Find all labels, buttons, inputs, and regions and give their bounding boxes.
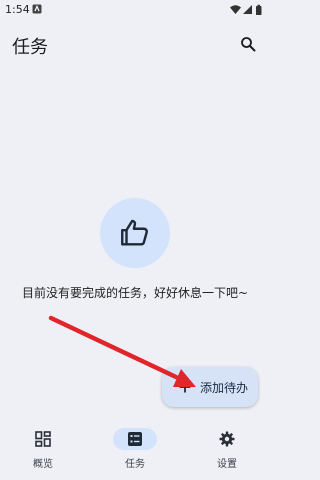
- status-icons: [230, 4, 262, 15]
- nav-icon-container: [21, 428, 65, 450]
- search-icon: [241, 37, 256, 52]
- task-list-icon: [128, 432, 142, 446]
- signal-icon: [243, 5, 252, 14]
- nav-label-overview: 概览: [33, 459, 53, 470]
- nav-item-overview[interactable]: 概览: [8, 426, 78, 476]
- gear-icon: [219, 431, 235, 447]
- wifi-icon: [230, 5, 241, 14]
- nav-label-tasks: 任务: [125, 459, 145, 470]
- search-button[interactable]: [236, 32, 260, 56]
- add-todo-button[interactable]: 添加待办: [162, 367, 258, 407]
- thumbs-up-icon: [121, 219, 148, 246]
- nav-item-settings[interactable]: 设置: [192, 426, 262, 476]
- plus-icon: [178, 380, 192, 394]
- nav-icon-container: [113, 428, 157, 450]
- nav-icon-container: [205, 428, 249, 450]
- page-title: 任务: [12, 37, 48, 58]
- battery-icon: [256, 4, 262, 15]
- empty-state-message: 目前没有要完成的任务，好好休息一下吧~: [21, 286, 249, 300]
- overview-grid-icon: [35, 431, 51, 447]
- add-todo-label: 添加待办: [200, 380, 249, 395]
- app-bar: 任务: [0, 20, 270, 66]
- nav-label-settings: 设置: [217, 459, 237, 470]
- bottom-nav: 概览 任务 设置: [0, 418, 270, 480]
- status-bar: 1:54: [0, 0, 270, 20]
- notification-app-icon: [32, 4, 42, 14]
- nav-item-tasks[interactable]: 任务: [100, 426, 170, 476]
- empty-state-illustration: [100, 198, 170, 268]
- status-time: 1:54: [5, 3, 30, 16]
